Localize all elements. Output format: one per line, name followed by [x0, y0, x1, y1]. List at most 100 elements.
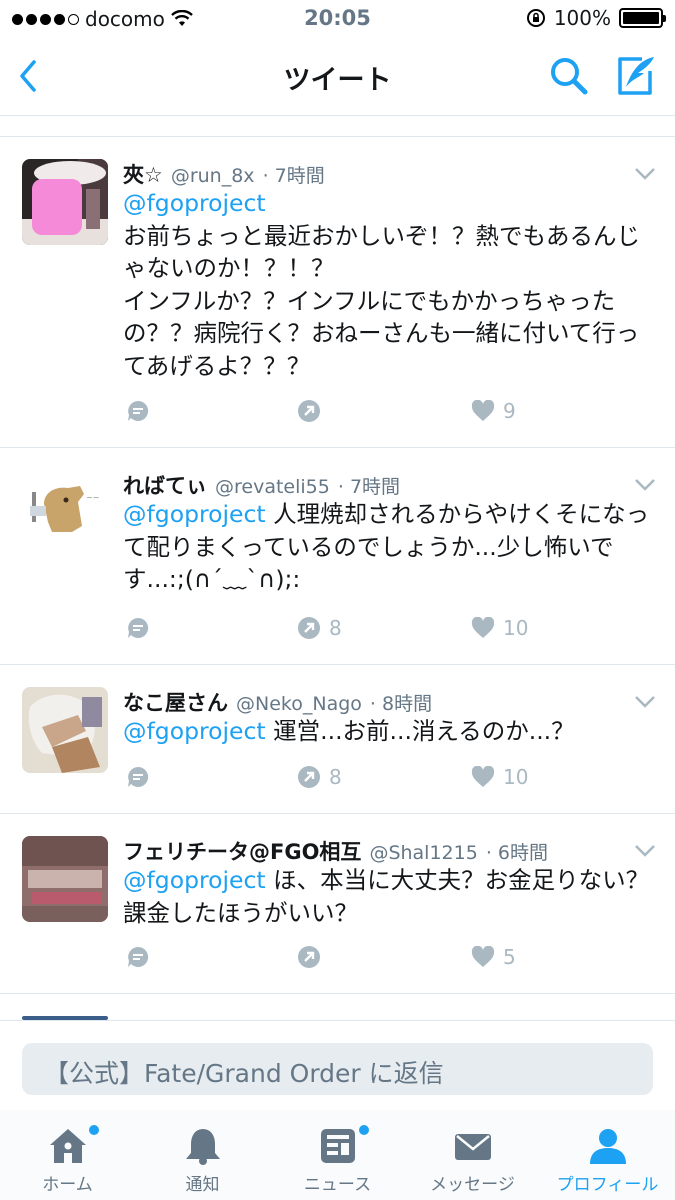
retweet-icon [298, 617, 320, 639]
user-handle: @Neko_Nago [236, 693, 362, 715]
like-button[interactable]: 10 [471, 616, 528, 640]
tweet-header: ればてぃ @revateli55 · 7時間 [123, 470, 400, 500]
tweet-text: @fgoproject お前ちょっと最近おかしいぞ！？熱でもあるんじゃないのか！… [123, 187, 658, 382]
status-bar: docomo 20:05 100% [0, 0, 675, 38]
heart-icon [471, 946, 495, 967]
like-count: 9 [503, 399, 516, 423]
notification-dot [89, 1125, 99, 1135]
retweet-button[interactable] [297, 399, 329, 423]
notification-dot [359, 1125, 369, 1135]
reply-input[interactable]: 【公式】Fate/Grand Order に返信 [22, 1043, 653, 1095]
reply-bar: 【公式】Fate/Grand Order に返信 [0, 1020, 675, 1110]
avatar[interactable]: ~~ [22, 470, 108, 556]
tweet-text: @fgoproject ほ、本当に大丈夫？お金足りない？課金したほうがいい？ [123, 864, 658, 929]
tweet-header: なこ屋さん @Neko_Nago · 8時間 [123, 687, 432, 717]
reply-button[interactable] [126, 399, 150, 423]
retweet-icon [298, 766, 320, 788]
retweet-button[interactable]: 8 [297, 616, 342, 640]
tab-messages[interactable]: メッセージ [405, 1110, 540, 1200]
tab-label: 通知 [185, 1175, 220, 1195]
tab-label: ニュース [303, 1175, 372, 1195]
user-handle: @revateli55 [215, 476, 330, 498]
tweet-actions: 8 10 [123, 765, 543, 795]
reply-icon [128, 946, 149, 967]
retweet-count: 8 [329, 616, 342, 640]
heart-icon [471, 400, 495, 421]
avatar-image [22, 159, 108, 245]
tab-news[interactable]: ニュース [270, 1110, 405, 1200]
reply-button[interactable] [126, 765, 150, 789]
like-button[interactable]: 10 [471, 765, 528, 789]
tab-label: メッセージ [430, 1175, 515, 1195]
avatar[interactable] [22, 687, 108, 773]
tweet-body: お前ちょっと最近おかしいぞ！？熱でもあるんじゃないのか！？！？ インフルか？？イ… [123, 221, 640, 380]
like-button[interactable]: 9 [471, 399, 516, 423]
user-name[interactable]: フェリチータ@FGO相互 [123, 836, 361, 866]
tweet-header: フェリチータ@FGO相互 @Shal1215 · 6時間 [123, 836, 548, 866]
avatar-image: ~~ [22, 470, 108, 556]
chevron-down-icon[interactable] [634, 844, 656, 858]
person-icon [590, 1129, 626, 1164]
mention-link[interactable]: @fgoproject [123, 866, 266, 894]
heart-icon [471, 617, 495, 638]
compose-icon[interactable] [612, 53, 658, 99]
status-right: 100% [526, 6, 666, 30]
like-button[interactable]: 5 [471, 945, 516, 969]
battery-percent: 100% [553, 6, 611, 30]
tweet-item-partial[interactable] [0, 994, 675, 1020]
tweet-actions: 8 10 [123, 616, 543, 646]
tab-label: プロフィール [556, 1175, 659, 1195]
bell-icon [186, 1129, 220, 1165]
reply-icon [128, 617, 149, 638]
retweet-icon [298, 400, 320, 422]
home-icon [50, 1129, 86, 1163]
battery-icon [619, 8, 666, 28]
tweet-item[interactable]: 夾☆ @run_8x · 7時間 @fgoproject お前ちょっと最近おかし… [0, 137, 675, 448]
svg-text:~~: ~~ [86, 493, 99, 502]
tab-label: ホーム [42, 1175, 93, 1195]
tweet-body: 運営...お前...消えるのか...？ [273, 717, 575, 745]
news-icon [321, 1129, 355, 1163]
reply-button[interactable] [126, 616, 150, 640]
user-name[interactable]: ればてぃ [123, 470, 207, 500]
avatar[interactable] [22, 836, 108, 922]
tweet-item[interactable]: フェリチータ@FGO相互 @Shal1215 · 6時間 @fgoproject… [0, 814, 675, 994]
like-count: 10 [503, 616, 529, 640]
user-name[interactable]: 夾☆ [123, 159, 163, 189]
chevron-down-icon[interactable] [634, 478, 656, 492]
avatar[interactable] [22, 159, 108, 245]
retweet-button[interactable]: 8 [297, 765, 342, 789]
user-handle: @Shal1215 [369, 842, 478, 864]
tweet-item[interactable]: ~~ ればてぃ @revateli55 · 7時間 @fgoproject 人理… [0, 448, 675, 665]
search-icon[interactable] [548, 55, 590, 97]
user-handle: @run_8x [170, 165, 255, 187]
tweet-header: 夾☆ @run_8x · 7時間 [123, 159, 325, 189]
reply-button[interactable] [126, 945, 150, 969]
tab-home[interactable]: ホーム [0, 1110, 135, 1200]
tab-profile[interactable]: プロフィール [540, 1110, 675, 1200]
like-count: 10 [503, 765, 529, 789]
retweet-icon [298, 946, 320, 968]
tweet-actions: 5 [123, 945, 543, 975]
retweet-button[interactable] [297, 945, 329, 969]
reply-icon [128, 400, 149, 421]
nav-bar: ツイート [0, 38, 675, 116]
tweet-time: · 6時間 [485, 842, 548, 864]
heart-icon [471, 766, 495, 787]
tweet-text: @fgoproject 運営...お前...消えるのか...？ [123, 715, 658, 748]
tweet-time: · 7時間 [262, 165, 325, 187]
chevron-down-icon[interactable] [634, 695, 656, 709]
user-name[interactable]: なこ屋さん [123, 687, 228, 717]
rotation-lock-icon [526, 9, 545, 27]
tweet-actions: 9 [123, 399, 543, 429]
tab-notifications[interactable]: 通知 [135, 1110, 270, 1200]
mention-link[interactable]: @fgoproject [123, 189, 266, 217]
chevron-down-icon[interactable] [634, 167, 656, 181]
tweet-time: · 7時間 [337, 476, 401, 498]
retweet-count: 8 [329, 765, 342, 789]
tweet-text: @fgoproject 人理焼却されるからやけくそになって配りまくっているのでし… [123, 498, 658, 596]
mention-link[interactable]: @fgoproject [123, 717, 266, 745]
mention-link[interactable]: @fgoproject [123, 500, 266, 528]
like-count: 5 [503, 945, 516, 969]
tweet-item[interactable]: なこ屋さん @Neko_Nago · 8時間 @fgoproject 運営...… [0, 665, 675, 814]
